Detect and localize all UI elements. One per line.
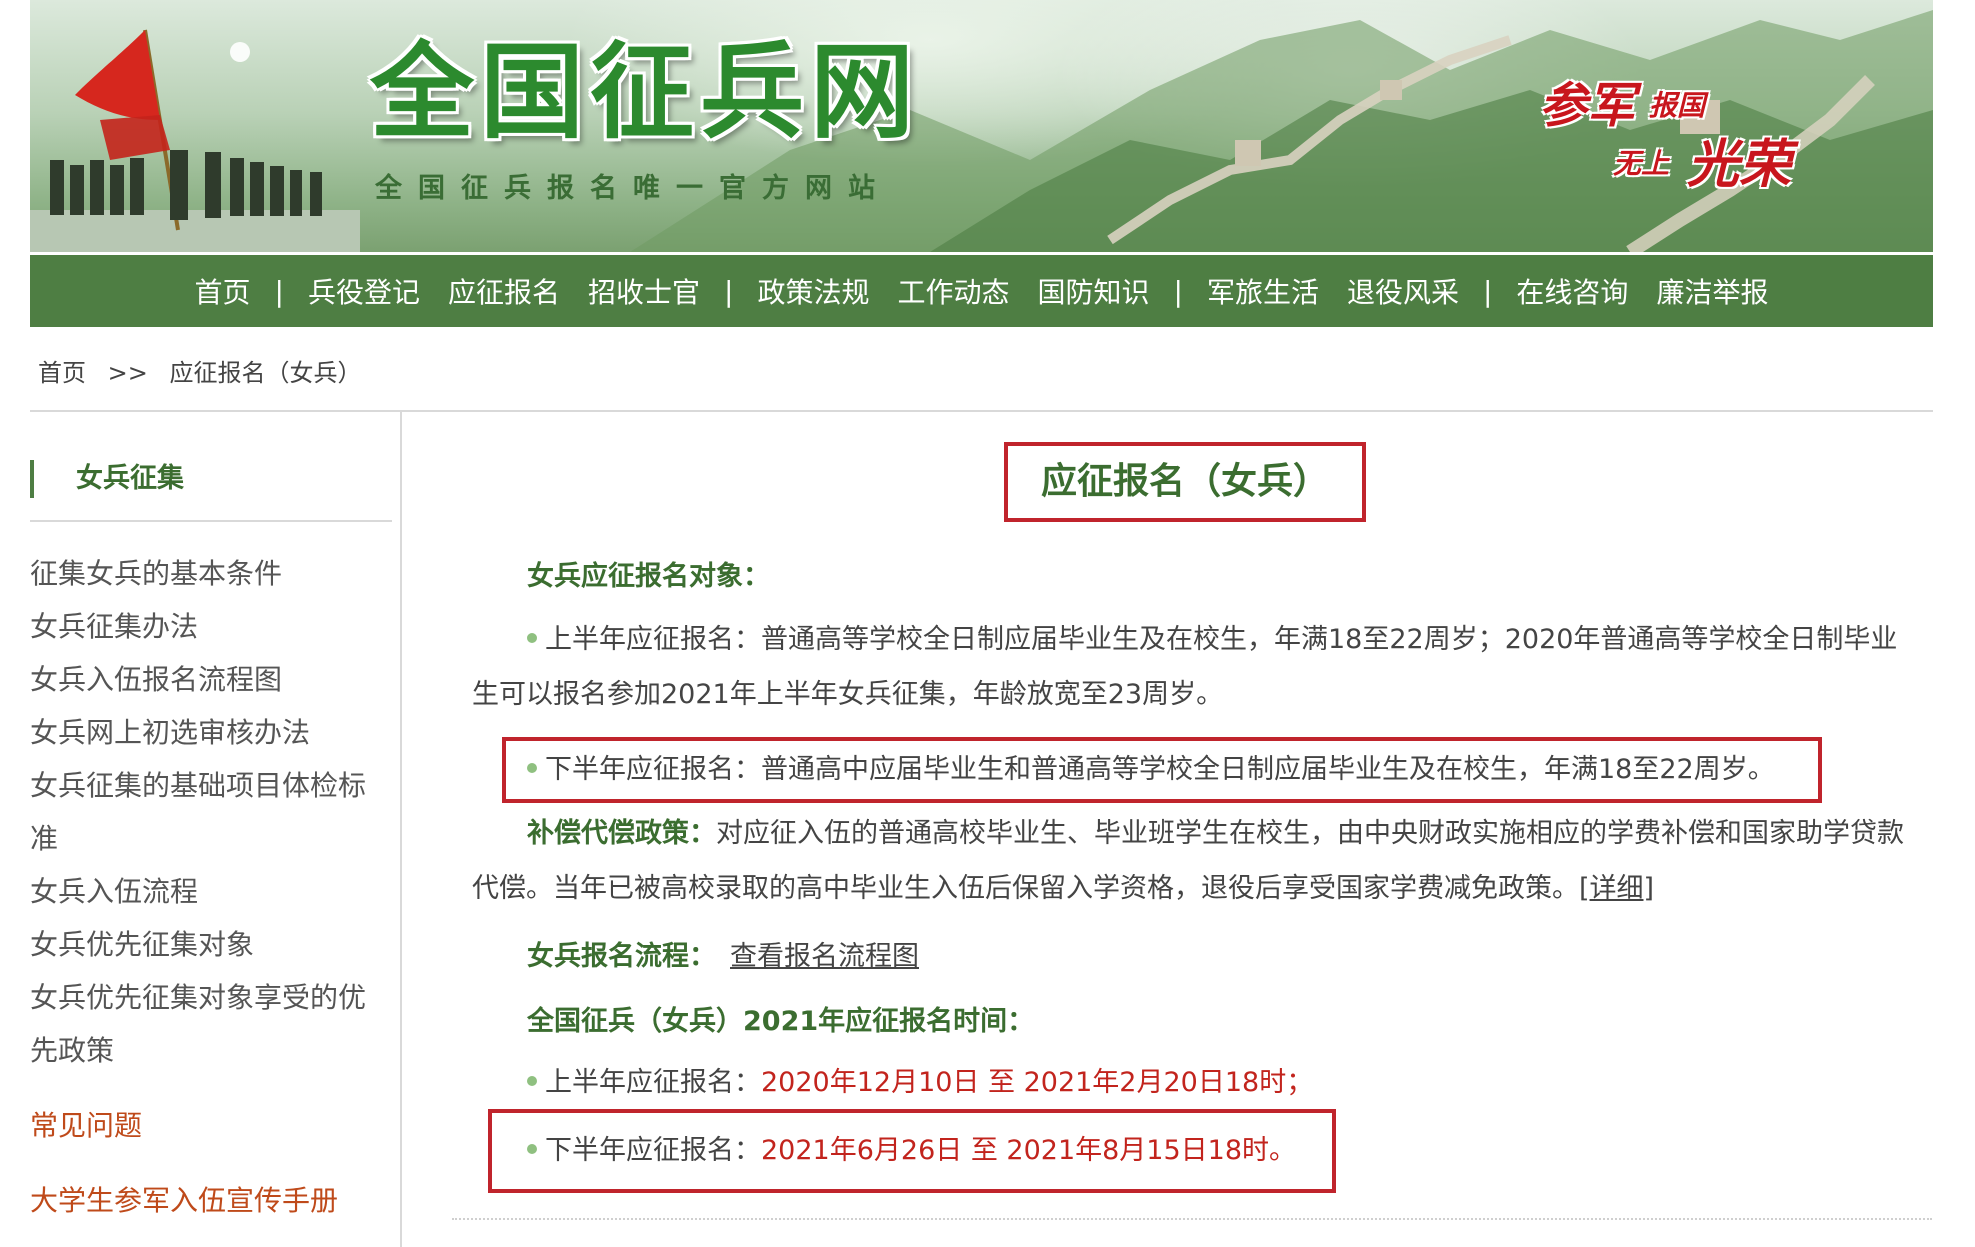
soldiers-flag-art [30,29,360,252]
sidebar-item-basic-conditions[interactable]: 征集女兵的基本条件 [30,547,380,600]
bullet-icon [527,1144,537,1154]
second-half-target: 下半年应征报名：普通高中应届毕业生和普通高等学校全日制应届毕业生及在校生，年满1… [472,742,1912,797]
slogan-part: 无上 [1613,147,1670,180]
sidebar-item-enlist-process[interactable]: 女兵入伍流程 [30,865,380,918]
time-second-label: 下半年应征报名： [545,1135,761,1166]
breadcrumb-home[interactable]: 首页 [38,359,86,387]
sidebar-item-recruit-method[interactable]: 女兵征集办法 [30,600,380,653]
breadcrumb-separator: >> [107,359,148,387]
time-second-half: 下半年应征报名：2021年6月26日 至 2021年8月15日18时。 [472,1123,1912,1178]
compensation-detail-link[interactable]: [详细] [1579,873,1654,904]
breadcrumb: 首页 >> 应征报名（女兵） [38,353,376,388]
slogan: 参军 报国 无上 光荣 [1505,60,1845,200]
main-nav: 首页 | 兵役登记 应征报名 招收士官 | 政策法规 工作动态 国防知识 | 军… [30,255,1933,327]
process-heading: 女兵报名流程： [527,941,716,972]
sidebar-handbook-link[interactable]: 大学生参军入伍宣传手册 [30,1179,338,1219]
nav-item-consult[interactable]: 在线咨询 [1502,271,1642,311]
time-heading: 全国征兵（女兵）2021年应征报名时间： [527,1006,1035,1037]
slogan-part: 报国 [1649,89,1706,122]
compensation-heading: 补偿代偿政策： [527,818,716,849]
nav-separator: | [274,274,284,308]
nav-item-veterans[interactable]: 退役风采 [1333,271,1473,311]
bullet-icon [527,633,537,643]
nav-separator: | [1173,274,1183,308]
sidebar: 女兵征集 征集女兵的基本条件 女兵征集办法 女兵入伍报名流程图 女兵网上初选审核… [30,412,402,1247]
time-first-half: 上半年应征报名：2020年12月10日 至 2021年2月20日18时； [472,1055,1912,1110]
nav-separator: | [1482,274,1493,308]
nav-item-nco[interactable]: 招收士官 [574,271,714,311]
sidebar-faq-link[interactable]: 常见问题 [30,1104,142,1144]
bullet-icon [527,1076,537,1086]
sidebar-item-priority-targets[interactable]: 女兵优先征集对象 [30,918,380,971]
process-flowchart-link[interactable]: 查看报名流程图 [730,941,919,972]
nav-item-defense[interactable]: 国防知识 [1024,271,1164,311]
sidebar-divider [30,520,392,522]
slogan-part: 光荣 [1687,135,1792,195]
site-title: 全国征兵网 [370,31,921,153]
time-second-value: 2021年6月26日 至 2021年8月15日18时。 [761,1135,1297,1166]
nav-item-news[interactable]: 工作动态 [883,271,1023,311]
page-title: 应征报名（女兵） [1004,442,1366,522]
nav-item-home[interactable]: 首页 [181,271,265,311]
targets-heading: 女兵应征报名对象： [527,561,770,592]
slogan-part: 参军 [1539,78,1636,134]
nav-item-military-life[interactable]: 军旅生活 [1193,271,1333,311]
breadcrumb-current: 应征报名（女兵） [169,359,362,387]
site-banner: 全国征兵网 全国征兵报名唯一官方网站 参军 报国 无上 光荣 [30,0,1933,252]
compensation-paragraph: 补偿代偿政策：对应征入伍的普通高校毕业生、毕业班学生在校生，由中央财政实施相应的… [472,806,1912,916]
time-first-value: 2020年12月10日 至 2021年2月20日18时； [761,1067,1314,1098]
first-half-label: 上半年应征报名： [545,624,761,655]
nav-item-policy[interactable]: 政策法规 [743,271,883,311]
site-subtitle: 全国征兵报名唯一官方网站 [375,173,891,204]
second-half-text: 普通高中应届毕业生和普通高等学校全日制应届毕业生及在校生，年满18至22周岁。 [761,754,1775,785]
time-first-label: 上半年应征报名： [545,1067,761,1098]
sidebar-item-online-review[interactable]: 女兵网上初选审核办法 [30,706,380,759]
divider [452,1218,1932,1220]
sidebar-item-physical-standard[interactable]: 女兵征集的基础项目体检标准 [30,759,380,865]
nav-separator: | [724,274,734,308]
sidebar-list: 征集女兵的基本条件 女兵征集办法 女兵入伍报名流程图 女兵网上初选审核办法 女兵… [30,547,380,1077]
nav-item-registration[interactable]: 兵役登记 [294,271,434,311]
sidebar-title: 女兵征集 [30,460,184,498]
nav-item-enlist[interactable]: 应征报名 [434,271,574,311]
nav-item-report[interactable]: 廉洁举报 [1642,271,1782,311]
sidebar-item-flowchart[interactable]: 女兵入伍报名流程图 [30,653,380,706]
main-content: 应征报名（女兵） 女兵应征报名对象： 上半年应征报名：普通高等学校全日制应届毕业… [402,412,1933,1247]
process-row: 女兵报名流程： 查看报名流程图 [527,934,919,973]
bullet-icon [527,763,537,773]
sidebar-item-priority-policy[interactable]: 女兵优先征集对象享受的优先政策 [30,971,380,1077]
first-half-target: 上半年应征报名：普通高等学校全日制应届毕业生及在校生，年满18至22周岁；202… [472,612,1912,722]
second-half-label: 下半年应征报名： [545,754,761,785]
